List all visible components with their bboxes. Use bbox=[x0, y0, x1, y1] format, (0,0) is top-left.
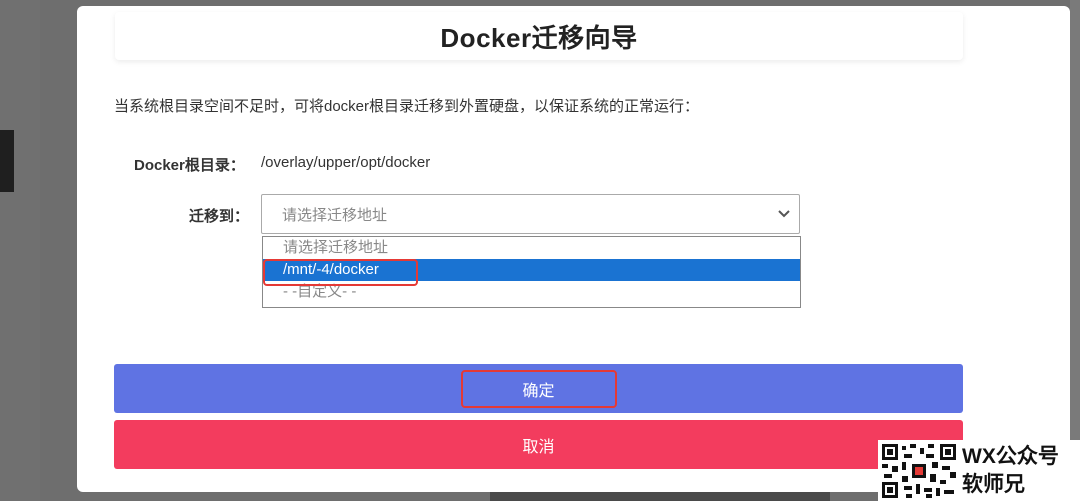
option-custom[interactable]: - -自定义- - bbox=[263, 281, 800, 303]
migrate-target-dropdown: 请选择迁移地址 /mnt/-4/docker - -自定义- - bbox=[262, 236, 801, 308]
dialog-title: Docker迁移向导 bbox=[440, 22, 638, 53]
cancel-button[interactable]: 取消 bbox=[114, 420, 963, 469]
migrate-target-select[interactable]: 请选择迁移地址 bbox=[261, 194, 800, 234]
dialog-description: 当系统根目录空间不足时，可将docker根目录迁移到外置硬盘，以保证系统的正常运… bbox=[114, 98, 700, 115]
watermark-text: WX公众号 软师兄 bbox=[962, 443, 1059, 499]
docker-root-label: Docker根目录： bbox=[134, 157, 245, 174]
watermark: WX公众号 软师兄 bbox=[878, 440, 1080, 501]
chevron-down-icon[interactable] bbox=[769, 209, 799, 219]
confirm-button[interactable]: 确定 bbox=[114, 364, 963, 413]
qr-code-icon bbox=[880, 441, 958, 500]
migrate-to-label: 迁移到： bbox=[189, 208, 250, 225]
background-right-strip bbox=[1070, 0, 1080, 501]
select-placeholder: 请选择迁移地址 bbox=[282, 206, 388, 224]
watermark-line2: 软师兄 bbox=[962, 472, 1025, 496]
docker-root-value: /overlay/upper/opt/docker bbox=[261, 154, 431, 171]
option-mnt-docker[interactable]: /mnt/-4/docker bbox=[263, 259, 800, 281]
background-page bbox=[0, 0, 40, 501]
docker-migration-dialog: Docker迁移向导 当系统根目录空间不足时，可将docker根目录迁移到外置硬… bbox=[77, 6, 1070, 492]
dialog-header: Docker迁移向导 bbox=[115, 12, 963, 60]
watermark-line1: WX公众号 bbox=[962, 444, 1059, 468]
background-dark-bar bbox=[0, 130, 14, 192]
option-placeholder[interactable]: 请选择迁移地址 bbox=[263, 237, 800, 259]
